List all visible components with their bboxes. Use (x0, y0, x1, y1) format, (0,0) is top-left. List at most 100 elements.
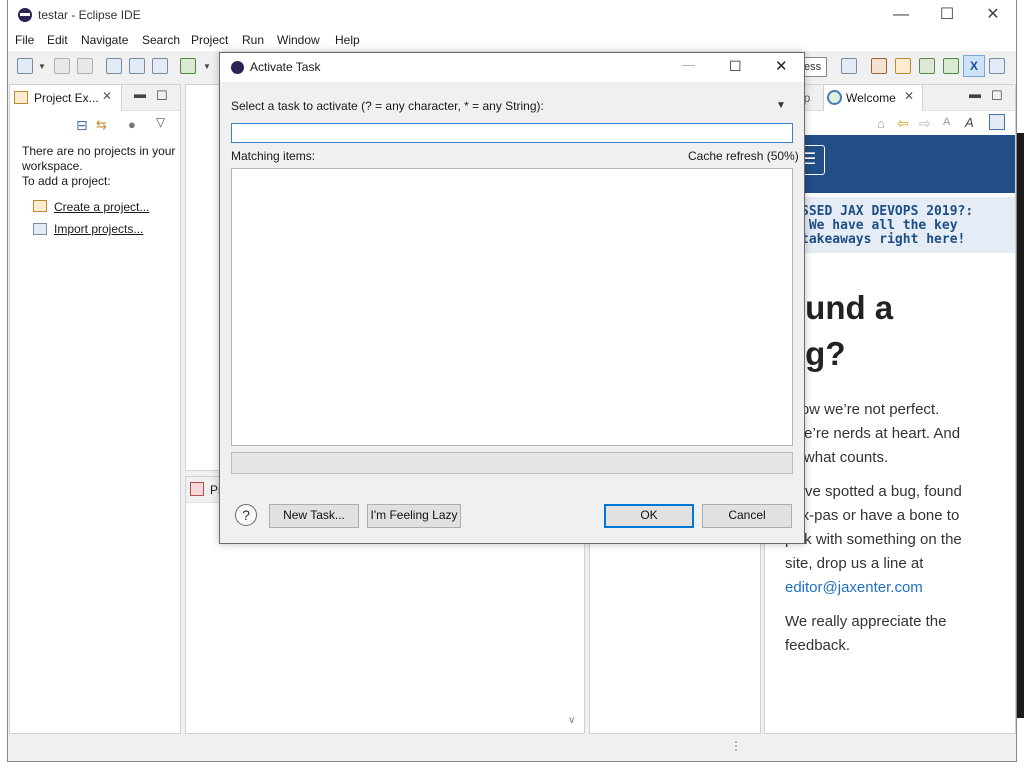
text-line: We really appreciate the (785, 613, 947, 630)
menu-help[interactable]: Help (335, 33, 360, 47)
increase-font-icon[interactable]: A (965, 115, 974, 130)
dialog-maximize-button[interactable]: ☐ (729, 58, 742, 75)
project-explorer-tab-bar: Project Ex... ✕ ▬ ☐ (10, 85, 180, 111)
menu-navigate[interactable]: Navigate (81, 33, 128, 47)
new-icon[interactable] (17, 58, 33, 74)
welcome-tab[interactable]: Welcome ✕ (823, 85, 923, 111)
menu-project[interactable]: Project (191, 33, 228, 47)
status-bar: ⋮ (8, 736, 1016, 760)
status-bar-handle-icon[interactable]: ⋮ (730, 739, 742, 753)
matching-items-list[interactable] (231, 168, 793, 446)
email-link[interactable]: editor@jaxenter.com (785, 576, 1005, 600)
text-line: t’s what counts. (785, 449, 889, 466)
text-line: feedback. (785, 637, 851, 654)
paragraph-not-perfect: know we’re not perfect. t we’re nerds at… (785, 398, 1005, 470)
import-projects-link[interactable]: Import projects... (54, 222, 143, 237)
open-perspective-icon[interactable] (841, 58, 857, 74)
minimize-button[interactable]: — (878, 4, 924, 28)
ok-button[interactable]: OK (604, 504, 694, 528)
help-icon[interactable]: ? (235, 504, 257, 526)
close-tab-icon[interactable]: ✕ (904, 89, 914, 103)
restore-welcome-icon[interactable] (989, 114, 1005, 130)
view-menu-icon[interactable]: ▽ (156, 115, 165, 129)
paragraph-appreciate: We really appreciate the feedback. (785, 610, 1005, 658)
task-filter-prompt: Select a task to activate (? = any chara… (231, 99, 544, 113)
matching-items-label: Matching items: (231, 149, 316, 163)
decrease-font-icon[interactable]: A (943, 116, 950, 128)
debug-icon[interactable] (180, 58, 196, 74)
paragraph-spotted-bug: ou’ve spotted a bug, found aux-pas or ha… (785, 480, 1005, 600)
text-line: t we’re nerds at heart. And (785, 425, 961, 442)
chevron-down-icon[interactable]: ▼ (38, 62, 46, 71)
new-task-button[interactable]: New Task... (269, 504, 359, 528)
feeling-lazy-button[interactable]: I'm Feeling Lazy (367, 504, 461, 528)
home-icon[interactable]: ⌂ (877, 116, 885, 131)
folder-icon (14, 91, 28, 104)
no-projects-message: There are no projects in your workspace. (22, 144, 176, 173)
link-with-editor-icon[interactable]: ⇆ (96, 117, 107, 133)
welcome-tab-label: Welcome (846, 91, 896, 105)
title-bar: testar - Eclipse IDE — ☐ ✕ (8, 0, 1016, 31)
xml-perspective-icon[interactable]: X (963, 55, 985, 77)
menu-bar: File Edit Navigate Search Project Run Wi… (8, 31, 1016, 51)
new-project-icon (33, 200, 47, 212)
menu-edit[interactable]: Edit (47, 33, 68, 47)
text-line: site, drop us a line at (785, 555, 924, 572)
task-filter-input[interactable] (231, 123, 793, 143)
project-explorer-tab-label: Project Ex... (34, 91, 99, 105)
details-field (231, 452, 793, 474)
resource-perspective-icon[interactable] (895, 58, 911, 74)
banner-line: SSED JAX DEVOPS 2019?: (801, 204, 974, 219)
banner-line: We have all the key (801, 218, 958, 233)
problems-icon (190, 482, 204, 496)
dialog-close-button[interactable]: ✕ (775, 57, 788, 75)
maximize-view-icon[interactable]: ☐ (991, 88, 1003, 104)
banner-line: takeaways right here! (801, 232, 966, 247)
git-perspective-icon[interactable] (919, 58, 935, 74)
debug-perspective-icon[interactable] (943, 58, 959, 74)
menu-search[interactable]: Search (142, 33, 180, 47)
activate-task-dialog: Activate Task — ☐ ✕ Select a task to act… (219, 52, 805, 544)
import-icon (33, 223, 47, 235)
maximize-button[interactable]: ☐ (924, 4, 970, 28)
maximize-view-icon[interactable]: ☐ (156, 88, 168, 104)
background-window-edge (1017, 133, 1024, 718)
new-java-project-icon[interactable] (106, 58, 122, 74)
chevron-down-icon[interactable]: ▼ (203, 62, 211, 71)
dialog-title-bar: Activate Task — ☐ ✕ (220, 53, 804, 82)
collapse-all-icon[interactable]: ⊟ (76, 117, 88, 134)
close-tab-icon[interactable]: ✕ (102, 89, 112, 103)
cache-refresh-status: Cache refresh (50%) (688, 149, 799, 163)
dialog-menu-icon[interactable]: ▼ (776, 100, 786, 111)
dialog-minimize-button[interactable]: — (682, 57, 695, 72)
project-explorer-tab[interactable]: Project Ex... ✕ (10, 85, 122, 111)
add-project-prompt: To add a project: (22, 174, 111, 188)
menu-run[interactable]: Run (242, 33, 264, 47)
save-icon[interactable] (54, 58, 70, 74)
project-explorer-view: Project Ex... ✕ ▬ ☐ ⊟ ⇆ ● ▽ There are no… (9, 84, 181, 734)
minimize-view-icon[interactable]: ▬ (134, 87, 146, 101)
scroll-down-icon[interactable]: ∨ (568, 715, 575, 726)
minimize-view-icon[interactable]: ▬ (969, 87, 981, 101)
filters-icon[interactable]: ● (128, 117, 136, 132)
text-line: aux-pas or have a bone to (785, 507, 960, 524)
new-package-icon[interactable] (152, 58, 168, 74)
java-perspective-icon[interactable] (989, 58, 1005, 74)
text-line: pick with something on the (785, 531, 962, 548)
save-all-icon[interactable] (77, 58, 93, 74)
menu-window[interactable]: Window (277, 33, 320, 47)
cancel-button[interactable]: Cancel (702, 504, 792, 528)
forward-icon[interactable]: ⇨ (919, 115, 931, 132)
new-class-icon[interactable] (129, 58, 145, 74)
close-button[interactable]: ✕ (970, 4, 1016, 28)
eclipse-logo-icon (231, 61, 244, 74)
text-line: know we’re not perfect. (785, 401, 940, 418)
back-icon[interactable]: ⇦ (897, 115, 909, 132)
window-title: testar - Eclipse IDE (38, 8, 141, 22)
welcome-icon (827, 90, 842, 105)
create-project-link[interactable]: Create a project... (54, 200, 149, 215)
text-line: ou’ve spotted a bug, found (785, 483, 962, 500)
java-ee-perspective-icon[interactable] (871, 58, 887, 74)
eclipse-logo-icon (18, 8, 32, 22)
menu-file[interactable]: File (15, 33, 34, 47)
